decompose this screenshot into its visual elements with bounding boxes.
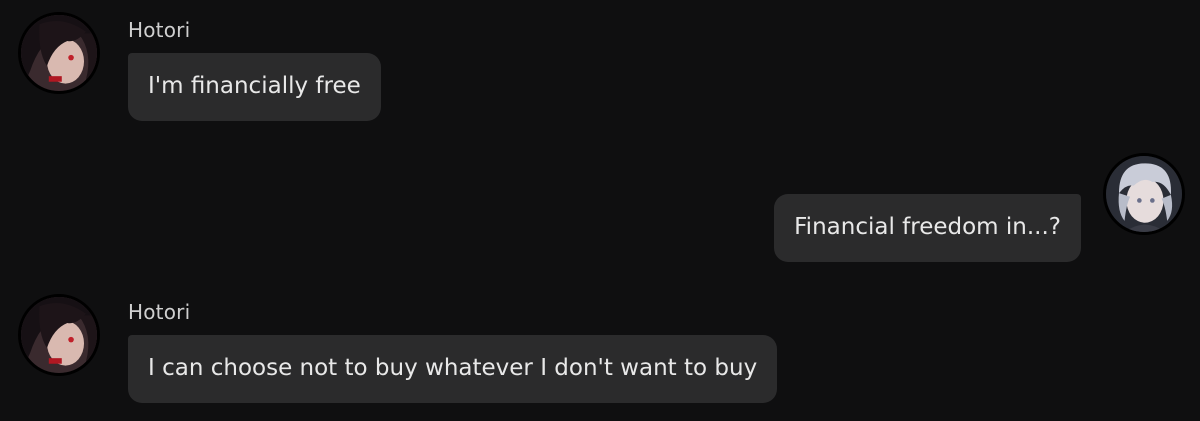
message-bubble[interactable]: I'm financially free xyxy=(128,53,381,121)
chat-log: Hotori I'm financially free Financial fr… xyxy=(0,0,1200,421)
message-sender: Hotori xyxy=(128,18,191,42)
user-avatar-icon[interactable] xyxy=(1103,153,1185,235)
hotori-avatar-icon[interactable] xyxy=(18,294,100,376)
message-bubble[interactable]: Financial freedom in...? xyxy=(774,194,1081,262)
message-sender: Hotori xyxy=(128,300,191,324)
hotori-avatar-icon[interactable] xyxy=(18,12,100,94)
message-bubble[interactable]: I can choose not to buy whatever I don't… xyxy=(128,335,778,403)
